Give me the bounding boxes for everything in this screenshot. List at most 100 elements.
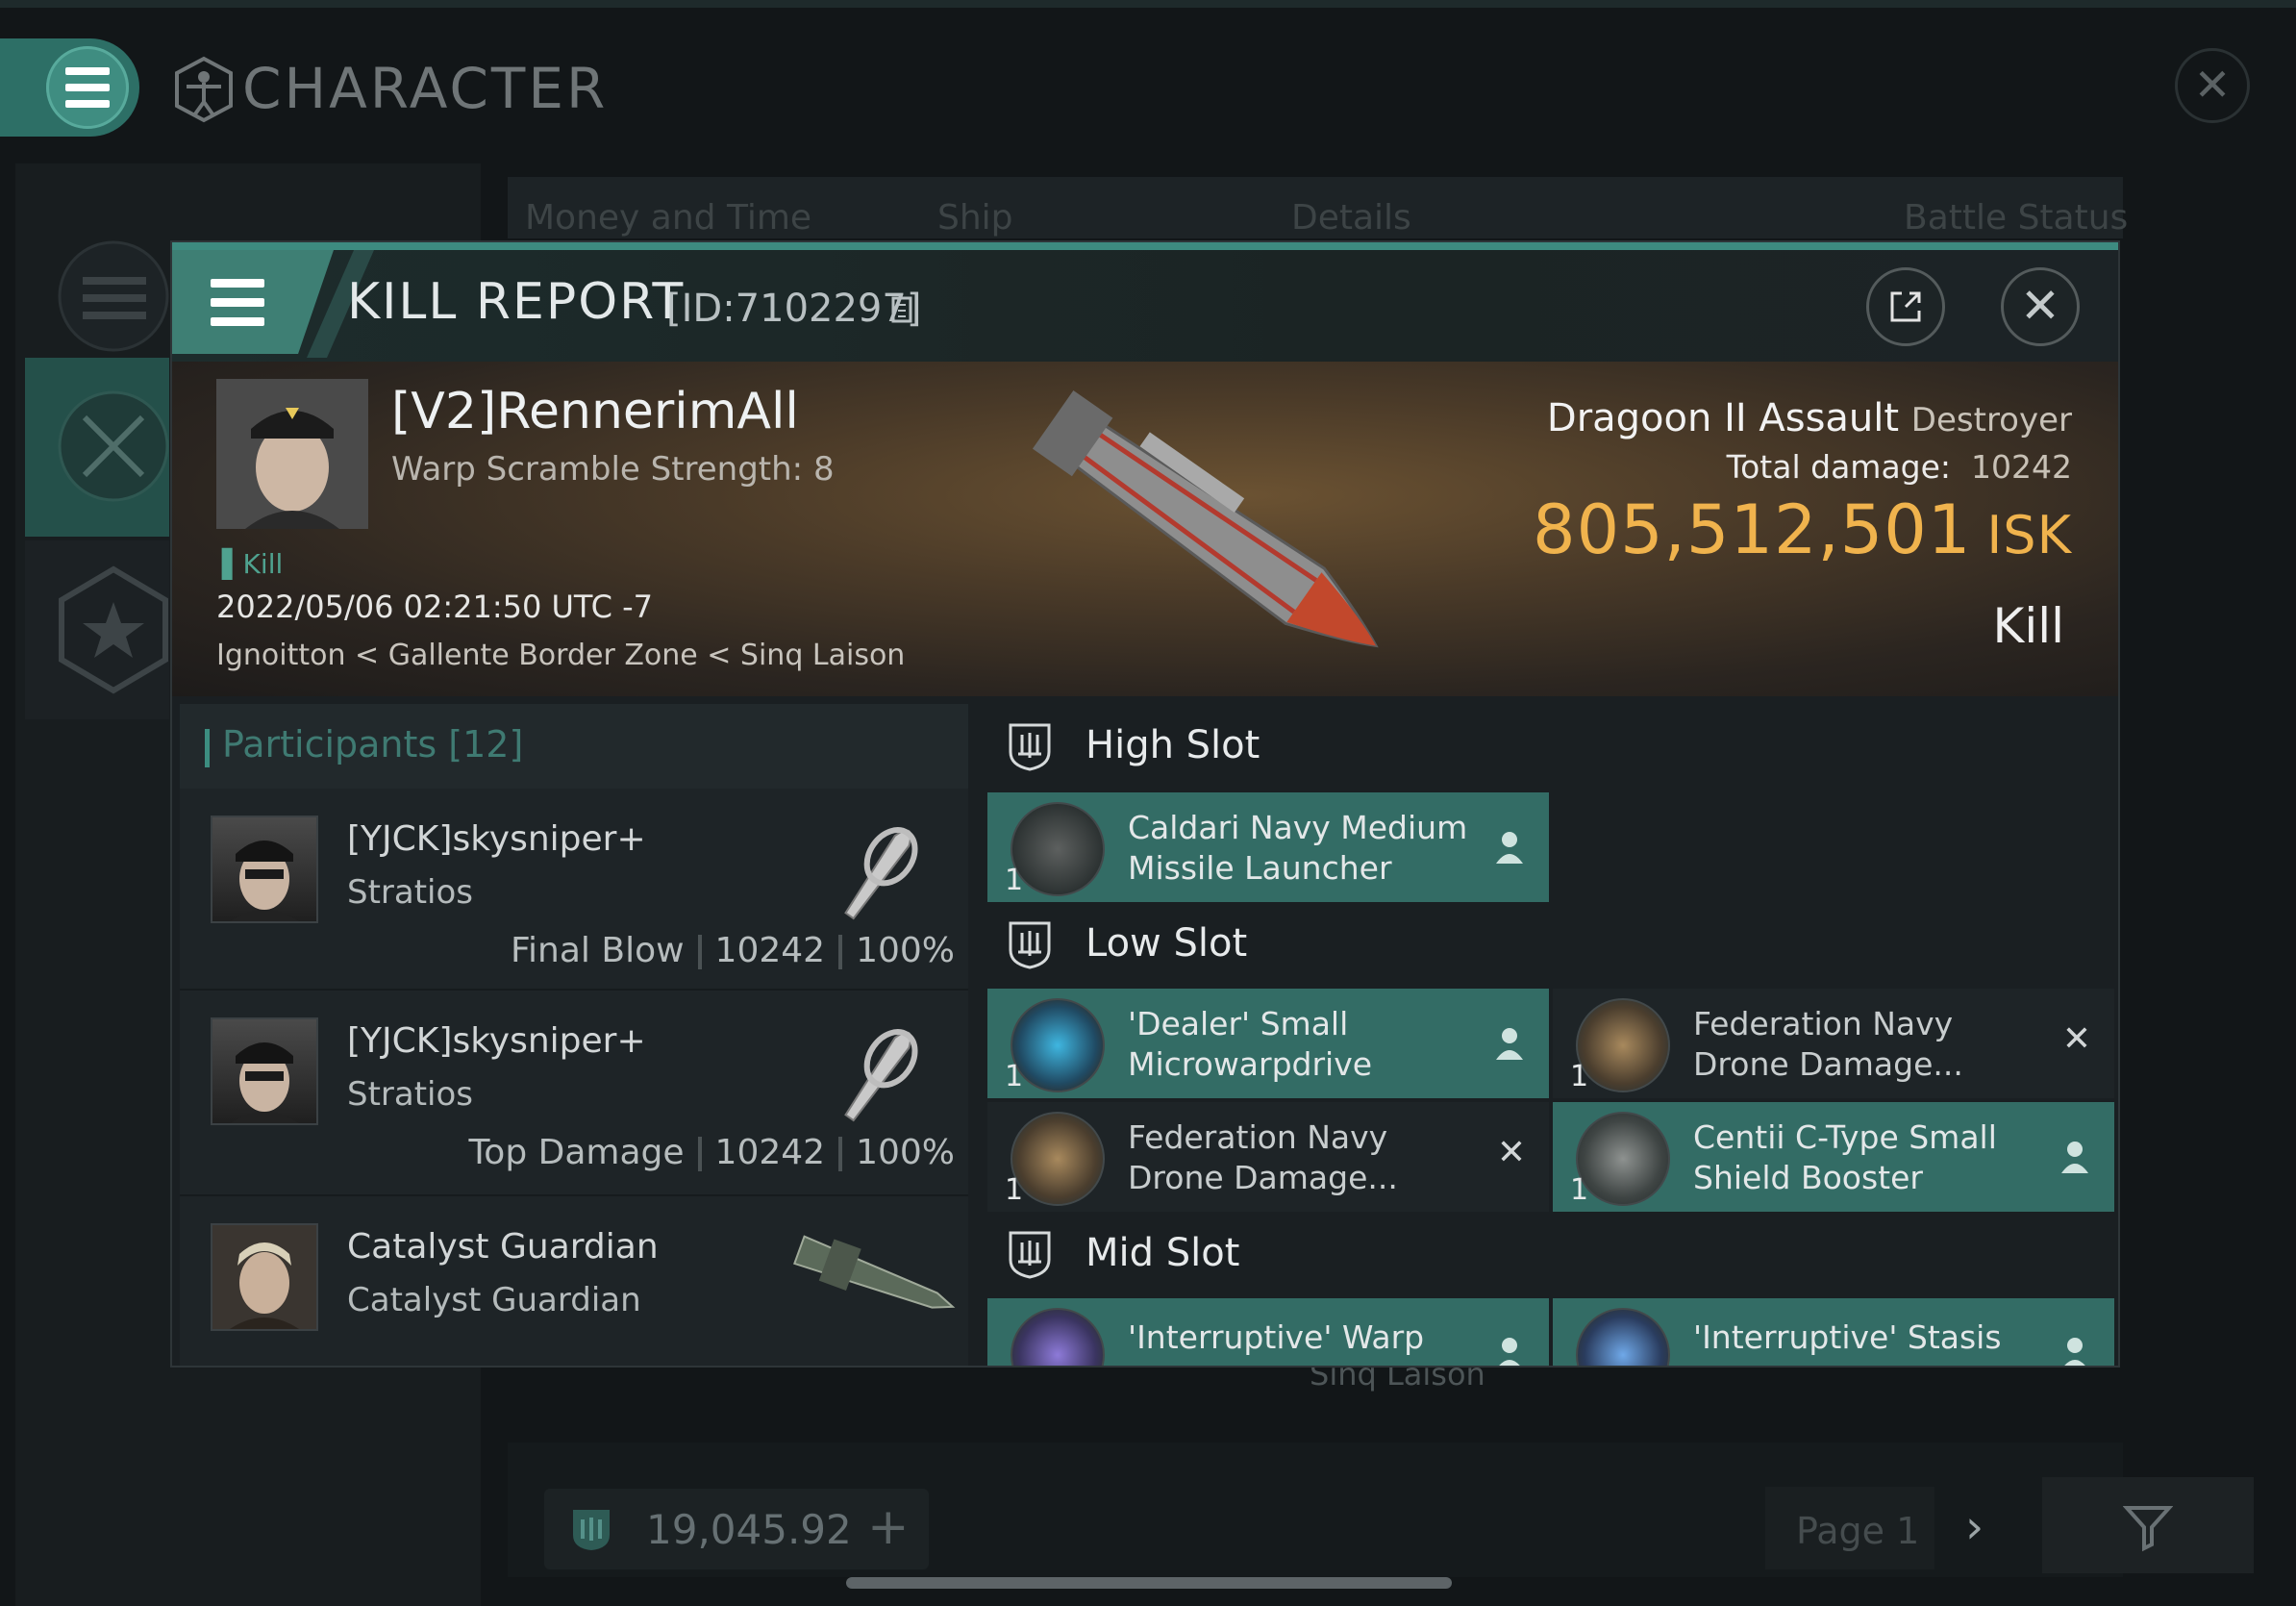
fitted-item[interactable]: 1 Caldari Navy Medium Missile Launcher xyxy=(987,792,1549,902)
ship-thumbnail xyxy=(793,1235,956,1309)
pilot-icon xyxy=(2061,1142,2088,1173)
module-launcher-icon xyxy=(1011,802,1105,896)
filter-button[interactable] xyxy=(2042,1477,2254,1573)
participant-row[interactable]: Catalyst Guardian Catalyst Guardian xyxy=(180,1196,968,1366)
modal-title: KILL REPORT xyxy=(347,273,686,331)
destroyed-item[interactable]: 1 Federation Navy Drone Damage... ✕ xyxy=(1553,989,2114,1098)
item-name: Federation Navy Drone Damage... xyxy=(1693,1005,1963,1083)
ship-class: Destroyer xyxy=(1910,401,2072,439)
kill-report-id: [ID:7102297] xyxy=(666,287,922,331)
item-name: Federation Navy Drone Damage... xyxy=(1128,1118,1398,1196)
participant-row[interactable]: [YJCK]skysniper+ Stratios Final Blow 1024… xyxy=(180,789,968,991)
close-icon[interactable]: ✕ xyxy=(2001,267,2080,346)
scroll-indicator[interactable] xyxy=(846,1577,1452,1589)
participant-name: [YJCK]skysniper+ xyxy=(347,1021,646,1061)
participant-percent: 100% xyxy=(856,1133,955,1172)
fitted-item[interactable]: 1 Centii C-Type Small Shield Booster xyxy=(1553,1102,2114,1212)
vitruvian-icon xyxy=(175,56,233,123)
avatar xyxy=(216,379,368,529)
item-name: Caldari Navy Medium Missile Launcher xyxy=(1128,809,1468,887)
participants-header[interactable]: Participants [12] xyxy=(180,704,968,789)
pilot-icon xyxy=(1496,832,1523,864)
kill-tag-label: Kill xyxy=(242,548,284,580)
bg-tab-money[interactable]: Money and Time xyxy=(525,198,811,238)
participant-row[interactable]: [YJCK]skysniper+ Stratios Top Damage 1024… xyxy=(180,991,968,1196)
star-icon xyxy=(59,565,168,694)
module-stasis-web-icon xyxy=(1576,1308,1670,1366)
item-quantity: 1 xyxy=(1570,1060,1589,1093)
share-button[interactable] xyxy=(1866,267,1945,346)
list-icon[interactable] xyxy=(25,200,179,354)
main-menu-button[interactable] xyxy=(0,38,139,137)
low-slot-title: Low Slot xyxy=(1086,921,1248,966)
module-microwarpdrive-icon xyxy=(1011,998,1105,1092)
participant-percent: 100% xyxy=(856,931,955,970)
ship-thumbnail xyxy=(844,827,918,920)
isk-balance-value: 19,045.92 xyxy=(646,1506,852,1553)
victim-portrait[interactable] xyxy=(216,379,368,529)
slot-shield-icon xyxy=(1009,1231,1051,1279)
total-damage-label: Total damage: xyxy=(1726,448,1952,486)
kill-location[interactable]: Ignoitton < Gallente Border Zone < Sinq … xyxy=(216,639,905,672)
total-damage-value: 10242 xyxy=(1971,448,2072,486)
item-name: 'Interruptive' Stasis xyxy=(1693,1318,2002,1356)
plus-icon[interactable]: + xyxy=(867,1498,910,1556)
app-title: CHARACTER xyxy=(242,56,609,121)
filter-icon xyxy=(2123,1506,2173,1552)
bg-tab-details[interactable]: Details xyxy=(1291,198,1411,238)
top-border xyxy=(0,0,2296,8)
participant-ship: Stratios xyxy=(347,1075,474,1114)
ship-thumbnail xyxy=(844,1029,918,1122)
fitted-item[interactable]: 1 'Interruptive' Stasis xyxy=(1553,1298,2114,1366)
participants-panel: Participants [12] [YJCK]skysniper+ Strat… xyxy=(180,704,968,1366)
nav-favorites[interactable] xyxy=(25,540,169,719)
fitted-item[interactable]: 1 'Interruptive' Warp xyxy=(987,1298,1549,1366)
slot-shield-icon xyxy=(1009,921,1051,969)
isk-loss-value: 805,512,501 xyxy=(1533,490,1972,569)
slot-shield-icon xyxy=(1009,723,1051,771)
module-drone-damage-icon xyxy=(1576,998,1670,1092)
avatar xyxy=(211,1223,318,1331)
participants-title: Participants [12] xyxy=(222,723,524,765)
item-quantity: 1 xyxy=(1005,1173,1024,1207)
module-shield-booster-icon xyxy=(1576,1112,1670,1206)
victim-name[interactable]: [V2]RennerimAll xyxy=(391,383,799,440)
participant-role: Top Damage xyxy=(468,1133,685,1172)
mid-slot-title: Mid Slot xyxy=(1086,1231,1240,1275)
isk-icon xyxy=(573,1510,610,1550)
share-icon xyxy=(1890,291,1921,322)
pilot-icon xyxy=(1496,1028,1523,1060)
item-quantity: 1 xyxy=(1570,1173,1589,1207)
item-name: 'Interruptive' Warp xyxy=(1128,1318,1425,1356)
high-slot-header: High Slot xyxy=(980,704,2118,787)
chevron-right-icon[interactable]: › xyxy=(1965,1500,1984,1554)
low-slot-header: Low Slot xyxy=(980,902,2118,985)
participant-ship: Catalyst Guardian xyxy=(347,1281,641,1319)
participant-name: Catalyst Guardian xyxy=(347,1227,659,1267)
fitted-item[interactable]: 1 'Dealer' Small Microwarpdrive xyxy=(987,989,1549,1098)
nav-combat[interactable] xyxy=(25,358,169,537)
mid-slot-header: Mid Slot xyxy=(980,1212,2118,1294)
copy-icon[interactable] xyxy=(891,292,916,323)
avatar xyxy=(211,1017,318,1125)
module-drone-damage-icon xyxy=(1011,1112,1105,1206)
participant-damage: 10242 xyxy=(714,1133,826,1172)
item-quantity: 1 xyxy=(1005,1060,1024,1093)
participant-stats: Final Blow 10242 100% xyxy=(511,931,955,970)
isk-loss: 805,512,501 ISK xyxy=(1533,490,2072,569)
destroyed-item[interactable]: 1 Federation Navy Drone Damage... ✕ xyxy=(987,1102,1549,1212)
bg-tab-ship[interactable]: Ship xyxy=(937,198,1013,238)
ship-name[interactable]: Dragoon II Assault Destroyer xyxy=(1547,396,2072,440)
hamburger-icon xyxy=(46,46,129,129)
x-destroyed-icon: ✕ xyxy=(2061,1019,2091,1059)
high-slot-title: High Slot xyxy=(1086,723,1260,767)
ship-type: Dragoon II Assault xyxy=(1546,396,1900,440)
bg-tab-battle-status[interactable]: Battle Status xyxy=(1904,198,2128,238)
participant-ship: Stratios xyxy=(347,873,474,912)
close-icon[interactable]: ✕ xyxy=(2175,48,2250,123)
page-label: Page 1 xyxy=(1796,1510,1920,1552)
header-accent-bar xyxy=(205,729,210,767)
pilot-icon xyxy=(2064,1338,2085,1366)
item-quantity: 1 xyxy=(1005,864,1024,897)
ship-image xyxy=(1032,389,1379,648)
